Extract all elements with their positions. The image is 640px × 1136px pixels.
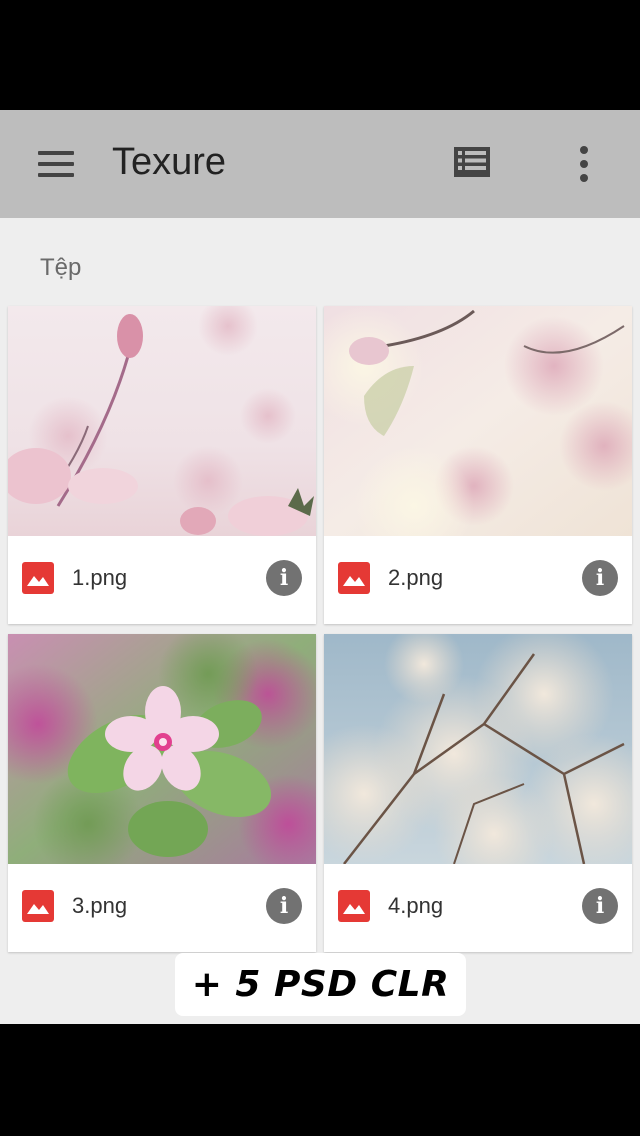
image-file-icon [22, 890, 54, 922]
info-icon[interactable]: i [582, 888, 618, 924]
info-icon[interactable]: i [266, 560, 302, 596]
menu-icon[interactable] [30, 140, 82, 188]
file-name: 3.png [72, 893, 128, 918]
list-view-icon[interactable] [446, 138, 498, 190]
app-screen: Texure Tệp 1.png i 2.png i 3.png i 4.png… [0, 110, 640, 1024]
image-file-icon [338, 562, 370, 594]
navigation-bar-area [0, 1024, 640, 1136]
file-name: 4.png [388, 893, 444, 918]
thumbnail-pink-flowers[interactable] [8, 306, 316, 536]
thumbnail-periwinkle-flower[interactable] [8, 634, 316, 864]
file-card-2[interactable]: 2.png i [324, 306, 632, 624]
app-title: Texure [112, 141, 227, 183]
file-card-3[interactable]: 3.png i [8, 634, 316, 952]
status-bar-area [0, 0, 640, 110]
thumbnail-blossom-branch[interactable] [324, 306, 632, 536]
file-name: 2.png [388, 565, 444, 590]
image-file-icon [338, 890, 370, 922]
image-file-icon [22, 562, 54, 594]
overlay-caption-badge: + 5 PSD CLR [175, 953, 466, 1016]
info-icon[interactable]: i [582, 560, 618, 596]
section-header: Tệp [40, 254, 82, 281]
app-bar: Texure [0, 110, 640, 218]
thumbnail-white-blossoms[interactable] [324, 634, 632, 864]
file-card-4[interactable]: 4.png i [324, 634, 632, 952]
info-icon[interactable]: i [266, 888, 302, 924]
file-card-1[interactable]: 1.png i [8, 306, 316, 624]
file-name: 1.png [72, 565, 128, 590]
more-vert-icon[interactable] [564, 138, 604, 190]
